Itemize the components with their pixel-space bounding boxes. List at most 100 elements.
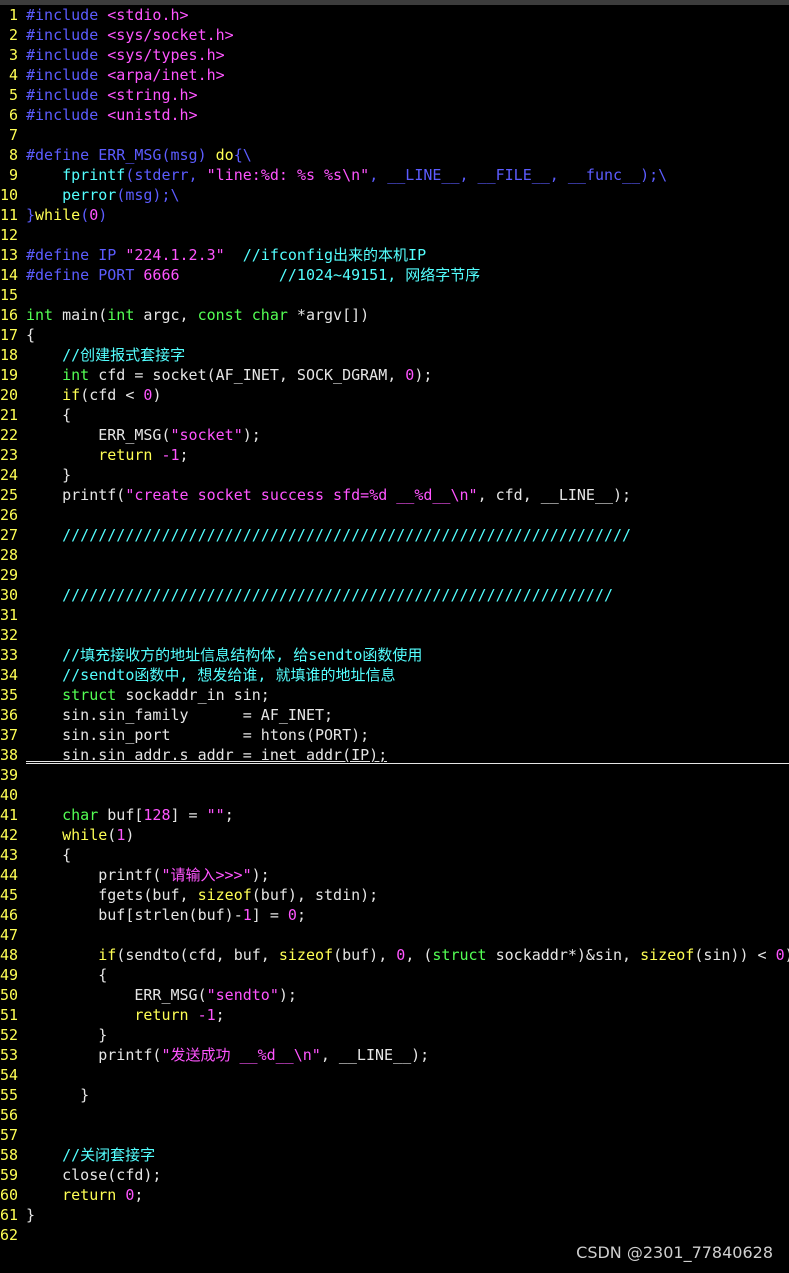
code-token: argc,: [134, 306, 198, 324]
line-number: 11: [0, 206, 19, 224]
code-line[interactable]: 57: [0, 1125, 789, 1145]
code-line[interactable]: 38 sin.sin_addr.s_addr = inet_addr(IP);: [0, 745, 789, 765]
code-line[interactable]: 50 ERR_MSG("sendto");: [0, 985, 789, 1005]
line-number: 48: [0, 946, 19, 964]
code-line[interactable]: 51 return -1;: [0, 1005, 789, 1025]
code-line[interactable]: 41 char buf[128] = "";: [0, 805, 789, 825]
code-text: perror(msg);\: [18, 185, 180, 205]
code-line[interactable]: 55 }: [0, 1085, 789, 1105]
code-line[interactable]: 7: [0, 125, 789, 145]
code-token: }: [26, 466, 72, 484]
code-line[interactable]: 15: [0, 285, 789, 305]
code-line[interactable]: 10 perror(msg);\: [0, 185, 789, 205]
code-token: fprintf: [62, 166, 126, 184]
code-token: %d: [257, 1046, 276, 1064]
code-line[interactable]: 54: [0, 1065, 789, 1085]
code-line[interactable]: 33 //填充接收方的地址信息结构体, 给sendto函数使用: [0, 645, 789, 665]
code-line[interactable]: 56: [0, 1105, 789, 1125]
code-line[interactable]: 16 int main(int argc, const char *argv[]): [0, 305, 789, 325]
code-line[interactable]: 30 /////////////////////////////////////…: [0, 585, 789, 605]
code-token: main(: [53, 306, 108, 324]
code-line[interactable]: 47: [0, 925, 789, 945]
code-line[interactable]: 19 int cfd = socket(AF_INET, SOCK_DGRAM,…: [0, 365, 789, 385]
code-token: #include: [26, 6, 108, 24]
code-line[interactable]: 12: [0, 225, 789, 245]
line-number: 34: [0, 666, 19, 684]
code-token: <sys/socket.h>: [107, 26, 234, 44]
code-line[interactable]: 59 close(cfd);: [0, 1165, 789, 1185]
code-line[interactable]: 52 }: [0, 1025, 789, 1045]
code-line[interactable]: 40: [0, 785, 789, 805]
code-line[interactable]: 2 #include <sys/socket.h>: [0, 25, 789, 45]
code-line[interactable]: 39: [0, 765, 789, 785]
code-line[interactable]: 60 return 0;: [0, 1185, 789, 1205]
code-line[interactable]: 53 printf("发送成功 __%d__\n", __LINE__);: [0, 1045, 789, 1065]
code-line[interactable]: 45 fgets(buf, sizeof(buf), stdin);: [0, 885, 789, 905]
code-token: (msg);\: [116, 186, 180, 204]
code-line[interactable]: 48 if(sendto(cfd, buf, sizeof(buf), 0, (…: [0, 945, 789, 965]
code-line[interactable]: 25 printf("create socket success sfd=%d …: [0, 485, 789, 505]
code-line[interactable]: 28: [0, 545, 789, 565]
code-editor[interactable]: 1 #include <stdio.h> 2 #include <sys/socket…: [0, 5, 789, 1245]
code-token: "line:: [206, 166, 261, 184]
code-line[interactable]: 14 #define PORT 6666 //1024~49151, 网络字节序: [0, 265, 789, 285]
code-line[interactable]: 34 //sendto函数中, 想发给谁, 就填谁的地址信息: [0, 665, 789, 685]
code-line[interactable]: 22 ERR_MSG("socket");: [0, 425, 789, 445]
code-line[interactable]: 21 {: [0, 405, 789, 425]
code-line[interactable]: 13 #define IP "224.1.2.3" //ifconfig出来的本机…: [0, 245, 789, 265]
code-line[interactable]: 49 {: [0, 965, 789, 985]
line-number: 55: [0, 1086, 19, 1104]
code-line[interactable]: 35 struct sockaddr_in sin;: [0, 685, 789, 705]
code-line[interactable]: 43 {: [0, 845, 789, 865]
code-line[interactable]: 44 printf("请输入>>>");: [0, 865, 789, 885]
code-line[interactable]: 3 #include <sys/types.h>: [0, 45, 789, 65]
code-text: }while(0): [18, 205, 107, 225]
code-line[interactable]: 1 #include <stdio.h>: [0, 5, 789, 25]
code-text: #define IP "224.1.2.3" //ifconfig出来的本机IP: [18, 245, 426, 265]
code-line[interactable]: 36 sin.sin_family = AF_INET;: [0, 705, 789, 725]
code-text: printf("create socket success sfd=%d __%…: [18, 485, 631, 505]
code-line[interactable]: 18 //创建报式套接字: [0, 345, 789, 365]
code-token: "请输入>>>": [161, 866, 252, 884]
code-token: <unistd.h>: [107, 106, 198, 124]
code-line[interactable]: 31: [0, 605, 789, 625]
code-line[interactable]: 8 #define ERR_MSG(msg) do{\: [0, 145, 789, 165]
code-token: (sin)) <: [694, 946, 776, 964]
code-line[interactable]: 20 if(cfd < 0): [0, 385, 789, 405]
line-number: 56: [0, 1106, 19, 1124]
code-line[interactable]: 27 /////////////////////////////////////…: [0, 525, 789, 545]
code-line[interactable]: 24 }: [0, 465, 789, 485]
code-token: close(cfd);: [26, 1166, 162, 1184]
code-line[interactable]: 46 buf[strlen(buf)-1] = 0;: [0, 905, 789, 925]
code-line[interactable]: 4 #include <arpa/inet.h>: [0, 65, 789, 85]
code-token: {: [26, 326, 36, 344]
code-text: ////////////////////////////////////////…: [18, 525, 631, 545]
code-line[interactable]: 6 #include <unistd.h>: [0, 105, 789, 125]
code-line[interactable]: 62: [0, 1225, 789, 1245]
line-number: 12: [0, 226, 19, 244]
line-number: 40: [0, 786, 19, 804]
line-number: 51: [0, 1006, 19, 1024]
code-line[interactable]: 11}while(0): [0, 205, 789, 225]
code-line[interactable]: 23 return -1;: [0, 445, 789, 465]
code-line[interactable]: 17 {: [0, 325, 789, 345]
code-line[interactable]: 42 while(1): [0, 825, 789, 845]
line-number: 6: [8, 106, 18, 124]
code-line[interactable]: 37 sin.sin_port = htons(PORT);: [0, 725, 789, 745]
code-line[interactable]: 32: [0, 625, 789, 645]
code-line[interactable]: 5 #include <string.h>: [0, 85, 789, 105]
code-line[interactable]: 61}: [0, 1205, 789, 1225]
code-line[interactable]: 58 //关闭套接字: [0, 1145, 789, 1165]
line-number: 13: [0, 246, 19, 264]
code-token: //1024~49151, 网络字节序: [278, 266, 481, 284]
code-line[interactable]: 26: [0, 505, 789, 525]
code-line[interactable]: 9 fprintf(stderr, "line:%d: %s %s\n", __…: [0, 165, 789, 185]
code-line[interactable]: 29: [0, 565, 789, 585]
